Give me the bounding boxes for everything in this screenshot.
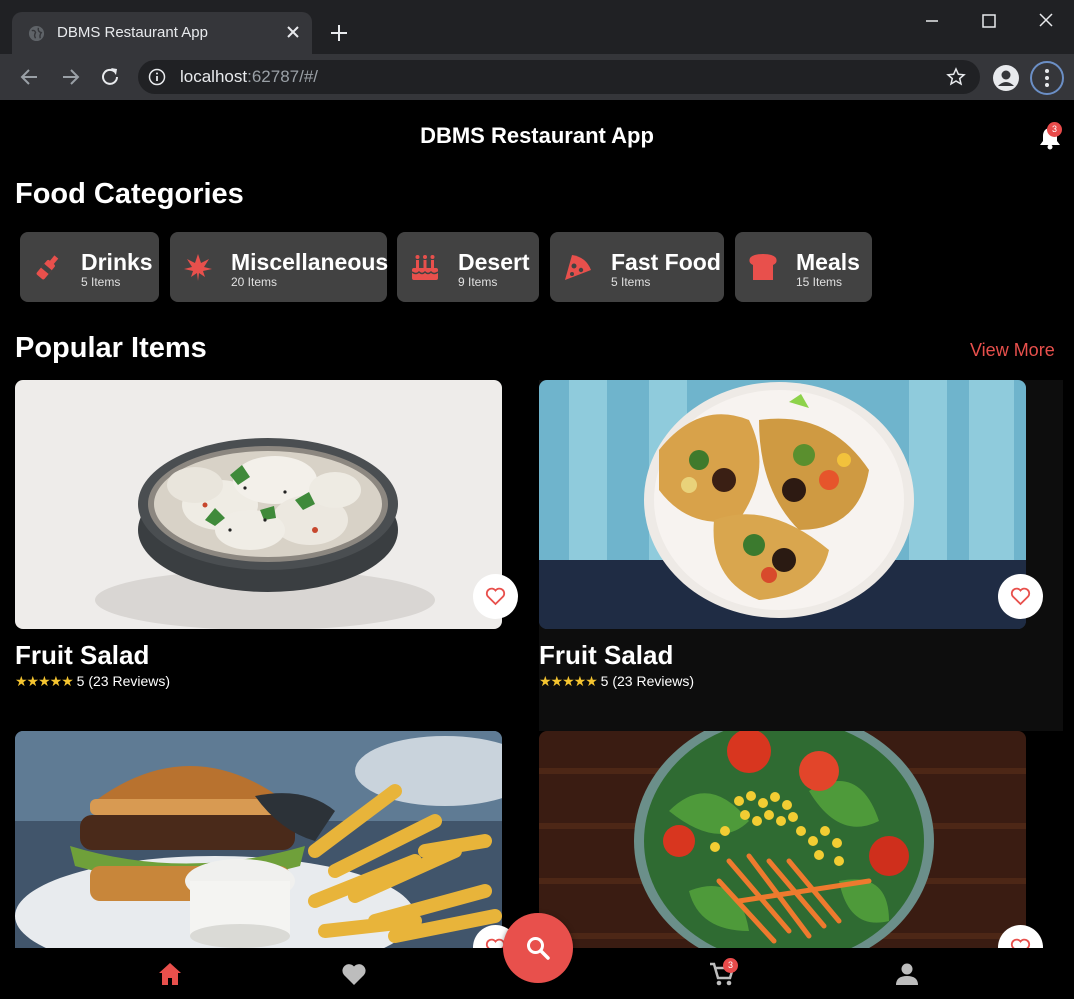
rating-text: 5 (23 Reviews) — [76, 673, 171, 689]
favorite-button[interactable] — [998, 574, 1043, 619]
category-desert[interactable]: Desert 9 Items — [397, 232, 539, 302]
cart-button[interactable]: 3 — [708, 958, 738, 988]
category-name: Fast Food — [611, 249, 721, 275]
rating-text: 5 (23 Reviews) — [600, 673, 695, 689]
category-meals[interactable]: Meals 15 Items — [735, 232, 872, 302]
url-text: localhost:62787/#/ — [180, 67, 318, 87]
minimize-icon[interactable] — [920, 10, 944, 32]
notification-badge: 3 — [1047, 122, 1062, 137]
heart-outline-icon — [1010, 587, 1031, 606]
maximize-icon[interactable] — [977, 10, 1001, 32]
address-bar[interactable]: localhost:62787/#/ — [138, 60, 980, 94]
close-window-icon[interactable] — [1034, 10, 1058, 32]
more-vert-icon — [1045, 69, 1049, 87]
home-icon[interactable] — [156, 960, 184, 988]
profile-icon[interactable] — [992, 64, 1020, 92]
category-count: 5 Items — [81, 275, 121, 289]
browser-tab[interactable]: DBMS Restaurant App — [12, 12, 312, 54]
browser-toolbar: localhost:62787/#/ — [0, 54, 1074, 100]
heart-outline-icon — [485, 587, 506, 606]
category-fast-food[interactable]: Fast Food 5 Items — [550, 232, 724, 302]
category-name: Meals — [796, 249, 860, 275]
globe-icon — [28, 25, 45, 42]
category-count: 9 Items — [458, 275, 498, 289]
star-rating-icon: ★★★★★ — [539, 673, 598, 689]
bookmark-star-icon[interactable] — [946, 67, 966, 87]
forward-icon[interactable] — [57, 64, 83, 90]
view-more-link[interactable]: View More — [970, 340, 1055, 361]
item-rating: ★★★★★ 5 (23 Reviews) — [15, 673, 170, 690]
notification-button[interactable]: 3 — [1038, 122, 1062, 151]
browser-menu-button[interactable] — [1030, 61, 1064, 95]
back-icon[interactable] — [17, 64, 43, 90]
food-image-burger[interactable] — [15, 731, 502, 956]
cart-badge: 3 — [723, 958, 738, 973]
item-name: Fruit Salad — [15, 640, 150, 670]
popular-heading: Popular Items — [15, 332, 207, 364]
account-person-icon[interactable] — [893, 960, 921, 988]
category-count: 15 Items — [796, 275, 843, 289]
food-image-dumplings[interactable] — [15, 380, 502, 629]
food-image-salad[interactable] — [539, 731, 1026, 956]
url-path: :62787/#/ — [247, 67, 319, 86]
category-name: Drinks — [81, 249, 153, 275]
bottle-icon — [36, 255, 59, 280]
item-name: Fruit Salad — [539, 640, 674, 670]
category-count: 5 Items — [611, 275, 651, 289]
category-drinks[interactable]: Drinks 5 Items — [20, 232, 159, 302]
categories-heading: Food Categories — [15, 178, 244, 210]
new-tab-icon[interactable] — [328, 22, 350, 44]
pizza-icon — [565, 255, 591, 280]
reload-icon[interactable] — [97, 64, 123, 90]
category-miscellaneous[interactable]: Miscellaneous 20 Items — [170, 232, 389, 302]
food-image-tacos[interactable] — [539, 380, 1026, 629]
app-title: DBMS Restaurant App — [420, 123, 654, 148]
close-tab-icon[interactable] — [284, 23, 302, 41]
browser-tab-strip: DBMS Restaurant App — [0, 0, 1074, 54]
bread-icon — [749, 254, 777, 280]
site-info-icon[interactable] — [148, 68, 166, 86]
cake-icon — [411, 255, 439, 280]
favorites-heart-icon[interactable] — [340, 960, 368, 988]
star-rating-icon: ★★★★★ — [15, 673, 74, 689]
tab-title: DBMS Restaurant App — [57, 24, 208, 41]
item-rating: ★★★★★ 5 (23 Reviews) — [539, 673, 694, 690]
category-name: Desert — [458, 249, 530, 275]
leaf-icon — [184, 254, 212, 281]
url-host: localhost — [180, 67, 248, 86]
favorite-button[interactable] — [473, 574, 518, 619]
search-icon — [527, 937, 550, 960]
category-name: Miscellaneous — [231, 249, 389, 275]
category-count: 20 Items — [231, 275, 278, 289]
search-fab-button[interactable] — [503, 913, 573, 983]
app-root: DBMS Restaurant App 3 Food Categories Dr… — [0, 100, 1074, 999]
